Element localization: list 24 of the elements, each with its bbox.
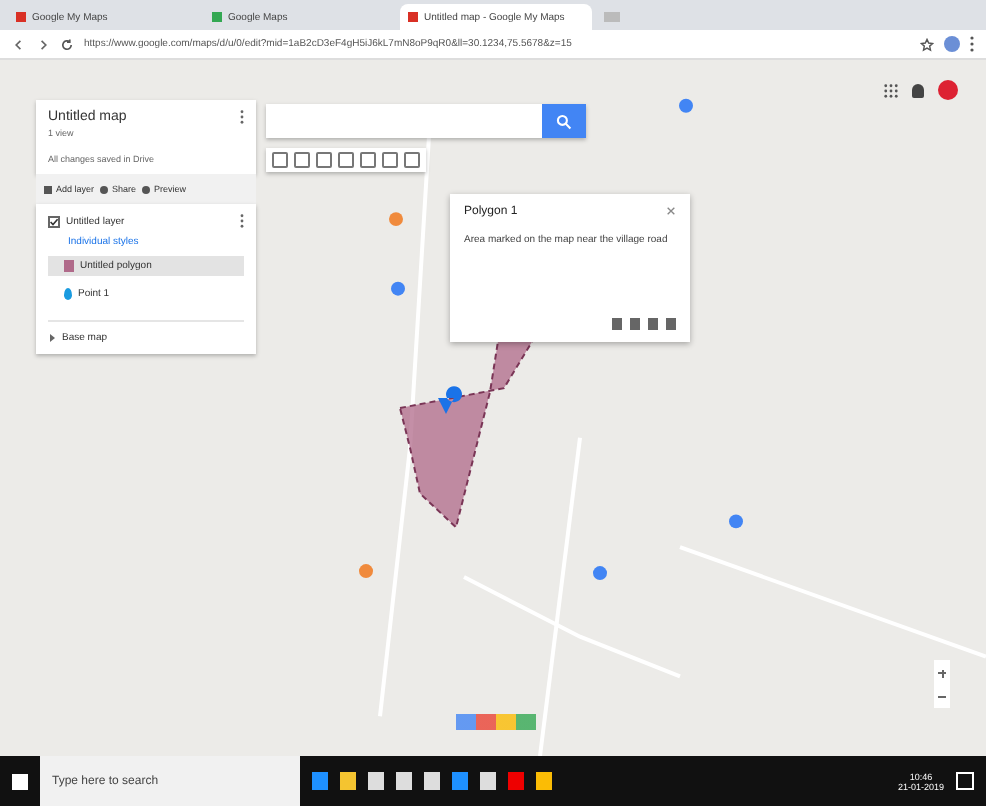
map-pin-icon[interactable]: [729, 514, 743, 529]
reload-icon[interactable]: [60, 37, 74, 51]
map-pin-icon[interactable]: [679, 98, 693, 113]
windows-icon[interactable]: [12, 773, 28, 789]
zoom-control[interactable]: [934, 660, 950, 708]
search-field[interactable]: [266, 104, 542, 138]
close-icon[interactable]: [666, 206, 676, 216]
back-icon[interactable]: [12, 37, 26, 51]
google-logo: [456, 714, 536, 730]
map-pin-icon[interactable]: [593, 566, 607, 580]
avatar-icon[interactable]: [938, 80, 958, 100]
star-icon[interactable]: [920, 37, 934, 51]
search-button[interactable]: [542, 104, 586, 138]
search-icon: [556, 113, 572, 129]
map-pin-icon[interactable]: [438, 386, 462, 414]
map-pin-icon[interactable]: [359, 564, 373, 578]
polygon-icon: [64, 260, 74, 272]
map-pin-icon[interactable]: [389, 212, 403, 227]
apps-icon[interactable]: [884, 83, 898, 97]
avatar-icon[interactable]: [944, 36, 960, 52]
pin-icon: [64, 288, 72, 300]
map-pin-icon[interactable]: [391, 281, 405, 296]
forward-icon[interactable]: [36, 37, 50, 51]
checkbox[interactable]: [48, 215, 60, 227]
